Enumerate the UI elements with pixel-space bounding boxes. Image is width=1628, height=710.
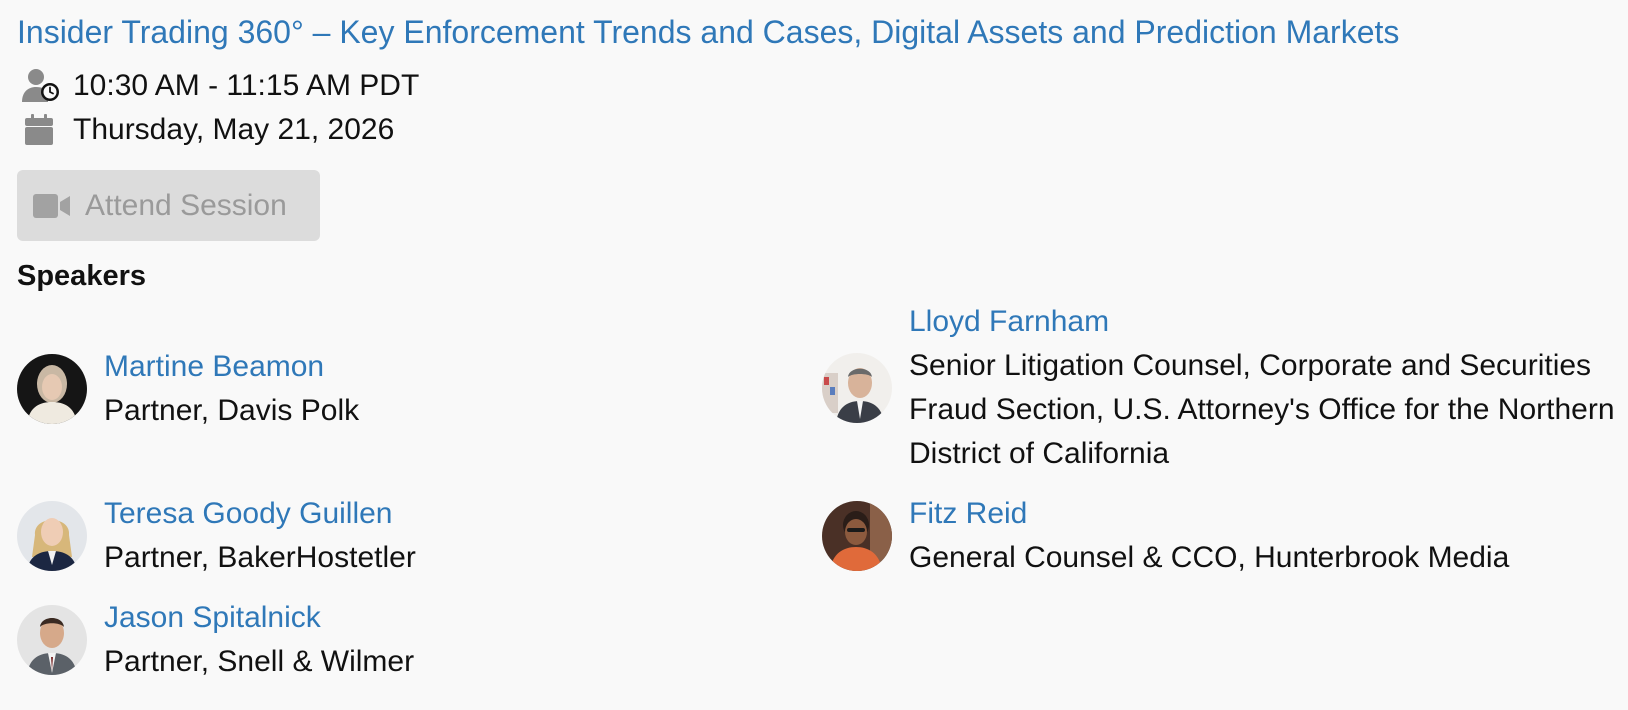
speaker-role: Partner, BakerHostetler — [104, 541, 416, 574]
calendar-icon — [22, 110, 62, 150]
speaker-name[interactable]: Fitz Reid — [909, 492, 1509, 536]
speaker-card: Jason Spitalnick Partner, Snell & Wilmer — [17, 596, 414, 684]
speaker-avatar[interactable] — [822, 353, 892, 423]
speaker-avatar[interactable] — [822, 501, 892, 571]
speaker-name[interactable]: Teresa Goody Guillen — [104, 492, 416, 536]
speaker-role: Senior Litigation Counsel, Corporate and… — [909, 349, 1615, 470]
attend-session-button[interactable]: Attend Session — [17, 170, 320, 241]
speaker-card: Fitz Reid General Counsel & CCO, Hunterb… — [822, 492, 1509, 580]
speaker-role: Partner, Davis Polk — [104, 394, 360, 427]
speaker-info: Lloyd Farnham Senior Litigation Counsel,… — [909, 300, 1628, 476]
speaker-avatar[interactable] — [17, 354, 87, 424]
session-date-row: Thursday, May 21, 2026 — [22, 110, 394, 150]
speaker-avatar[interactable] — [17, 605, 87, 675]
speaker-info: Fitz Reid General Counsel & CCO, Hunterb… — [909, 492, 1509, 580]
speaker-info: Teresa Goody Guillen Partner, BakerHoste… — [104, 492, 416, 580]
speaker-avatar[interactable] — [17, 501, 87, 571]
session-time-row: 10:30 AM - 11:15 AM PDT — [22, 66, 419, 106]
speaker-card: Teresa Goody Guillen Partner, BakerHoste… — [17, 492, 416, 580]
speaker-name[interactable]: Lloyd Farnham — [909, 300, 1628, 344]
speaker-info: Martine Beamon Partner, Davis Polk — [104, 345, 359, 433]
speaker-role: Partner, Snell & Wilmer — [104, 645, 415, 678]
speakers-heading: Speakers — [17, 260, 146, 292]
speaker-name[interactable]: Jason Spitalnick — [104, 596, 414, 640]
attend-session-label: Attend Session — [85, 188, 287, 222]
session-time: 10:30 AM - 11:15 AM PDT — [73, 69, 420, 102]
session-title[interactable]: Insider Trading 360° – Key Enforcement T… — [17, 14, 1399, 51]
speaker-card: Lloyd Farnham Senior Litigation Counsel,… — [822, 300, 1628, 476]
speaker-role: General Counsel & CCO, Hunterbrook Media — [909, 541, 1510, 574]
user-clock-icon — [22, 66, 62, 106]
speaker-name[interactable]: Martine Beamon — [104, 345, 359, 389]
speaker-card: Martine Beamon Partner, Davis Polk — [17, 345, 359, 433]
speaker-info: Jason Spitalnick Partner, Snell & Wilmer — [104, 596, 414, 684]
session-date: Thursday, May 21, 2026 — [73, 113, 395, 146]
video-camera-icon — [33, 193, 71, 219]
